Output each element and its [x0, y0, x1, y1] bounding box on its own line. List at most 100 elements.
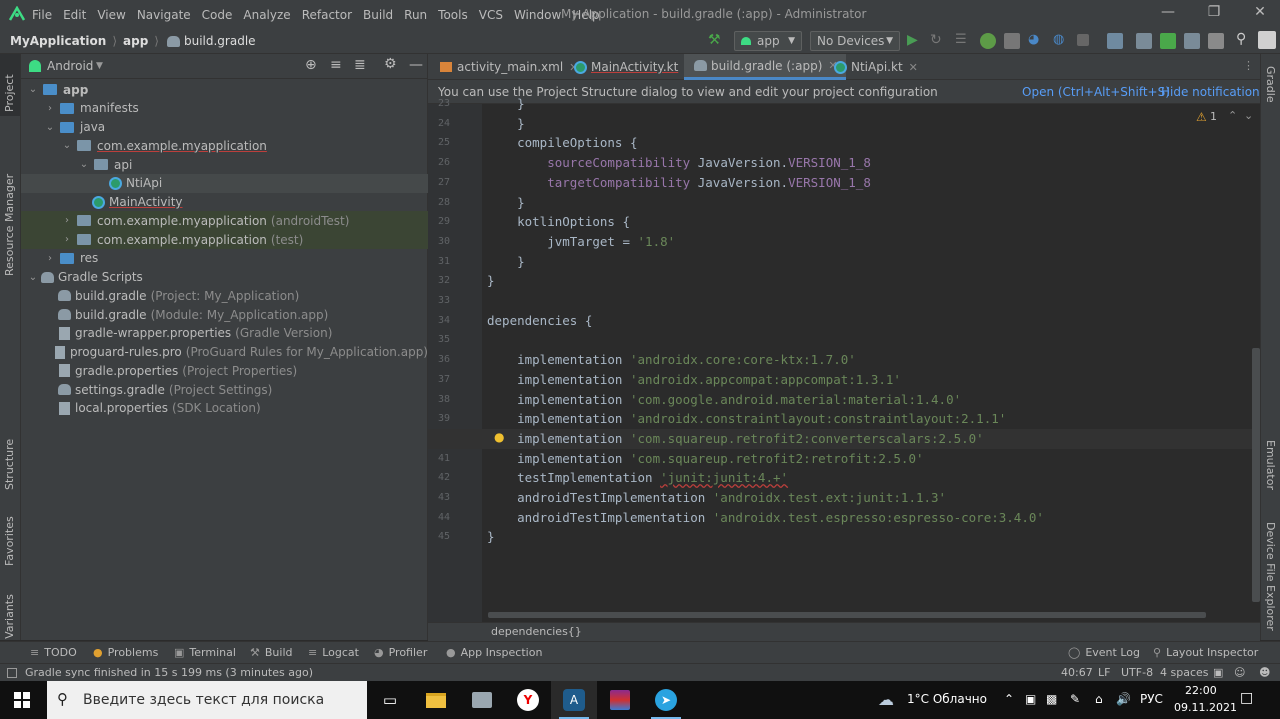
- code-editor[interactable]: 2324252627282930313233343536373839404142…: [428, 96, 1260, 622]
- structure-tool-tab[interactable]: Structure: [3, 439, 16, 490]
- hide-notification-link[interactable]: Hide notification: [1161, 85, 1260, 99]
- tree-item[interactable]: › res: [21, 249, 428, 268]
- code-line[interactable]: jvmTarget = '1.8': [487, 234, 675, 249]
- search-icon[interactable]: ⚲: [1236, 31, 1246, 47]
- debug-icon[interactable]: [980, 33, 996, 49]
- code-line[interactable]: implementation 'com.squareup.retrofit2:c…: [487, 431, 984, 446]
- code-line[interactable]: implementation 'androidx.constraintlayou…: [487, 411, 1006, 426]
- attach-debugger-icon[interactable]: [1004, 33, 1020, 49]
- indent-setting[interactable]: 4 spaces: [1160, 666, 1209, 679]
- menu-edit[interactable]: Edit: [63, 8, 86, 22]
- status-message[interactable]: Gradle sync finished in 15 s 199 ms (3 m…: [25, 666, 313, 679]
- project-structure-icon[interactable]: [1208, 33, 1224, 49]
- vertical-scrollbar[interactable]: [1252, 348, 1260, 602]
- horizontal-scrollbar[interactable]: [488, 612, 1206, 618]
- collapse-all-icon[interactable]: ≣: [354, 57, 366, 73]
- meet-now-icon[interactable]: ▣: [1025, 692, 1036, 706]
- coverage-icon[interactable]: ◍: [1053, 32, 1064, 47]
- tree-item[interactable]: › com.example.myapplication (test): [21, 230, 428, 249]
- avd-manager-icon[interactable]: [1136, 33, 1152, 49]
- rerun-icon[interactable]: ↻: [930, 32, 942, 48]
- project-view-select[interactable]: Android: [47, 59, 93, 73]
- locate-file-icon[interactable]: ⊕: [305, 57, 317, 73]
- yandex-browser-icon[interactable]: Y: [505, 681, 551, 719]
- code-line[interactable]: implementation 'com.squareup.retrofit2:r…: [487, 451, 923, 466]
- tree-item[interactable]: ⌄ api: [21, 155, 428, 174]
- winrar-icon[interactable]: [597, 681, 643, 719]
- chevron-down-icon[interactable]: ⌄: [61, 140, 73, 151]
- code-line[interactable]: compileOptions {: [487, 135, 637, 150]
- breadcrumb-project[interactable]: MyApplication: [10, 34, 106, 48]
- code-line[interactable]: dependencies {: [487, 313, 592, 328]
- android-studio-taskbar-icon[interactable]: A: [551, 681, 597, 719]
- code-line[interactable]: androidTestImplementation 'androidx.test…: [487, 490, 946, 505]
- menu-run[interactable]: Run: [404, 8, 427, 22]
- profiler-tool-tab[interactable]: ◕ Profiler: [374, 646, 427, 659]
- chevron-right-icon[interactable]: ›: [61, 234, 73, 245]
- previous-highlight-icon[interactable]: ⌃: [1228, 109, 1237, 122]
- restore-icon[interactable]: ❐: [1204, 4, 1224, 24]
- open-project-structure-link[interactable]: Open (Ctrl+Alt+Shift+S): [1022, 85, 1170, 99]
- taskbar-search[interactable]: ⚲ Введите здесь текст для поиска: [47, 681, 367, 719]
- problems-tool-tab[interactable]: ● Problems: [93, 646, 158, 659]
- breadcrumb-scope[interactable]: dependencies{}: [491, 625, 582, 638]
- code-line[interactable]: }: [487, 254, 525, 269]
- tree-item[interactable]: gradle.properties (Project Properties): [21, 361, 428, 380]
- tab-list-icon[interactable]: ⋮: [1243, 59, 1254, 72]
- clock-time[interactable]: 22:00: [1185, 684, 1217, 697]
- pen-icon[interactable]: ✎: [1070, 692, 1080, 706]
- line-separator[interactable]: LF: [1098, 666, 1110, 679]
- code-line[interactable]: }: [487, 96, 525, 111]
- close-icon[interactable]: ✕: [1250, 4, 1270, 24]
- menu-tools[interactable]: Tools: [438, 8, 468, 22]
- menu-file[interactable]: File: [32, 8, 52, 22]
- tab-main-activity[interactable]: MainActivity.kt ✕: [564, 54, 702, 80]
- tab-nti-api[interactable]: NtiApi.kt ✕: [824, 54, 926, 80]
- menu-view[interactable]: View: [97, 8, 125, 22]
- notifications-icon[interactable]: ☻: [1259, 666, 1270, 679]
- weather-cloud-icon[interactable]: ☁: [878, 690, 894, 709]
- tool-window-toggle-icon[interactable]: [7, 668, 17, 678]
- chevron-down-icon[interactable]: ▼: [96, 61, 103, 71]
- tree-item[interactable]: ⌄ Gradle Scripts: [21, 268, 428, 287]
- code-line[interactable]: implementation 'androidx.appcompat:appco…: [487, 372, 901, 387]
- layout-inspector-tool-tab[interactable]: ⚲ Layout Inspector: [1153, 646, 1258, 659]
- code-line[interactable]: sourceCompatibility JavaVersion.VERSION_…: [487, 155, 871, 170]
- chevron-right-icon[interactable]: ›: [61, 215, 73, 226]
- expand-all-icon[interactable]: ≡: [330, 57, 342, 73]
- run-icon[interactable]: ▶: [907, 32, 918, 48]
- close-icon[interactable]: ✕: [909, 61, 918, 74]
- app-inspection-tool-tab[interactable]: ● App Inspection: [446, 646, 542, 659]
- tree-item[interactable]: › manifests: [21, 99, 428, 118]
- emulator-tool-tab[interactable]: Emulator: [1264, 440, 1277, 490]
- gear-icon[interactable]: ⚙: [384, 56, 397, 72]
- menu-build[interactable]: Build: [363, 8, 393, 22]
- wifi-icon[interactable]: ⌂: [1095, 692, 1103, 706]
- file-explorer-icon[interactable]: [413, 681, 459, 719]
- tree-item[interactable]: build.gradle (Module: My_Application.app): [21, 305, 428, 324]
- stop-icon[interactable]: [1077, 34, 1089, 46]
- todo-tool-tab[interactable]: ≡ TODO: [30, 646, 77, 659]
- tree-item[interactable]: build.gradle (Project: My_Application): [21, 286, 428, 305]
- resource-manager-tool-tab[interactable]: Resource Manager: [3, 174, 16, 276]
- code-line[interactable]: }: [487, 116, 525, 131]
- code-line[interactable]: }: [487, 195, 525, 210]
- project-tool-tab[interactable]: Project: [3, 74, 16, 112]
- telegram-icon[interactable]: ➤: [643, 681, 689, 719]
- make-project-icon[interactable]: ⚒: [708, 32, 721, 48]
- apply-changes-icon[interactable]: ☰: [955, 32, 967, 47]
- menu-vcs[interactable]: VCS: [479, 8, 503, 22]
- minimize-icon[interactable]: —: [1158, 4, 1178, 24]
- layout-inspector-icon[interactable]: [1184, 33, 1200, 49]
- windows-start-icon[interactable]: [14, 692, 30, 708]
- event-log-tool-tab[interactable]: ◯ Event Log: [1068, 646, 1140, 659]
- menu-window[interactable]: Window: [514, 8, 561, 22]
- menu-analyze[interactable]: Analyze: [243, 8, 290, 22]
- network-icon[interactable]: ▩: [1046, 692, 1057, 706]
- chevron-down-icon[interactable]: ⌄: [78, 159, 90, 170]
- tree-item[interactable]: NtiApi: [21, 173, 428, 193]
- device-file-explorer-tool-tab[interactable]: Device File Explorer: [1264, 522, 1277, 631]
- run-config-select[interactable]: app ▼: [734, 31, 802, 51]
- tree-item[interactable]: ⌄ java: [21, 118, 428, 137]
- tree-item[interactable]: local.properties (SDK Location): [21, 399, 428, 418]
